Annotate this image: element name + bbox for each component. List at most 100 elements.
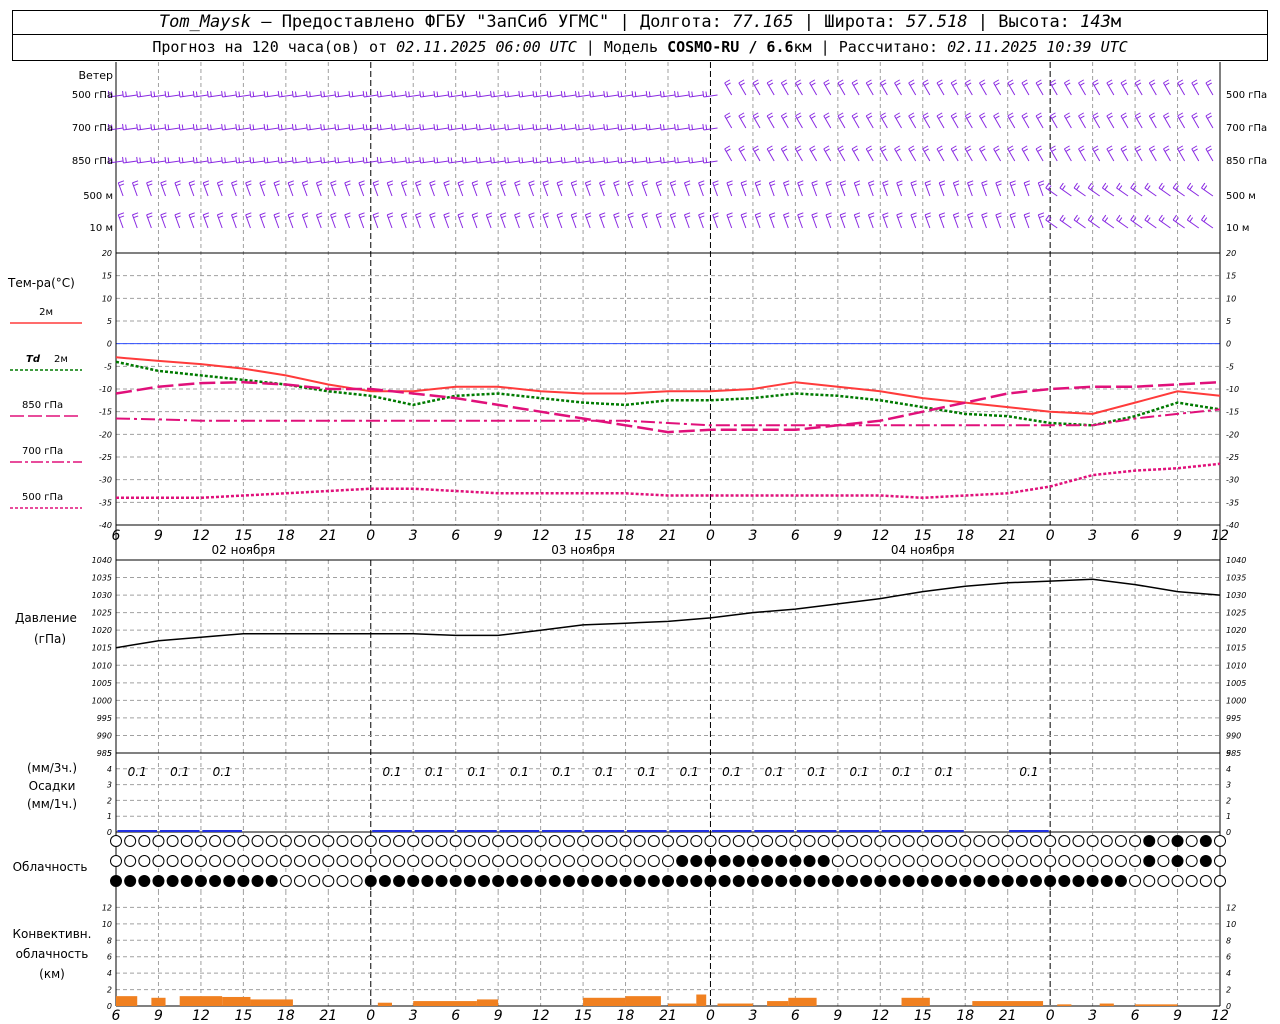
wind-barb-flag: [316, 180, 323, 184]
wind-barb-flag: [910, 212, 917, 216]
y-tick-label-left: 10: [102, 294, 112, 303]
x-tick-label: 6: [791, 1008, 800, 1024]
wind-barb-flag: [436, 124, 439, 130]
wind-barb-flag: [1201, 214, 1206, 221]
precip-value-label: 0.1: [595, 765, 614, 779]
cloud-cover-symbol: [959, 875, 972, 887]
cloud-cover-symbol: [718, 875, 731, 887]
wind-barb-flag: [586, 183, 592, 187]
cloud-cover-symbol: [1001, 835, 1014, 847]
wind-barb-flag: [865, 145, 872, 150]
cloud-cover-symbol: [308, 855, 321, 867]
wind-barb-shaft: [462, 160, 477, 164]
wind-barb-flag: [351, 157, 354, 163]
cloud-cover-symbol: [393, 855, 406, 867]
wind-barb-flag: [238, 91, 241, 97]
x-tick-label: 21: [999, 1008, 1017, 1024]
wind-barb-flag: [245, 212, 252, 216]
wind-barb-flag: [532, 90, 535, 98]
wind-barb-flag: [560, 123, 563, 131]
wind-barb-flag: [1087, 214, 1093, 221]
wind-barb-flag: [1203, 217, 1208, 222]
wind-barb-flag: [809, 79, 816, 84]
cloud-cover-symbol: [548, 875, 561, 887]
wind-barb-flag: [529, 183, 535, 187]
wind-barb-flag: [1136, 115, 1142, 119]
wind-barb-flag: [1021, 79, 1028, 84]
wind-barb-flag: [379, 124, 382, 130]
cloud-cover-symbol: [209, 835, 222, 847]
cloud-cover-symbol: [364, 875, 377, 887]
wind-barb-flag: [924, 212, 931, 216]
wind-barb-flag: [174, 212, 181, 216]
x-tick-label: 3: [748, 1008, 757, 1024]
wind-barb-shaft: [406, 94, 421, 98]
wind-barb-flag: [1064, 79, 1070, 84]
wind-barb-flag: [309, 157, 311, 163]
wind-barb-flag: [627, 212, 634, 216]
wind-barb-shaft: [1130, 219, 1143, 229]
wind-barb-shaft: [321, 94, 336, 98]
wind-barb-shaft: [1087, 187, 1100, 197]
wind-barb-flag: [939, 212, 946, 216]
wind-barb-flag: [306, 156, 308, 164]
wind-barb-flag: [150, 90, 153, 98]
cloud-cover-symbol: [421, 835, 434, 847]
cloud-cover-symbol: [789, 835, 802, 847]
wind-barb-flag: [348, 156, 351, 164]
y-tick-label-right: 1000: [1226, 696, 1246, 705]
convective-bar: [788, 997, 817, 1006]
cloud-cover-symbol: [265, 855, 278, 867]
cloud-cover-symbol: [1171, 855, 1184, 867]
wind-barb-flag: [599, 180, 606, 184]
wind-barb-flag: [869, 183, 875, 187]
precip-bar: [924, 830, 964, 832]
cloud-cover-symbol: [364, 855, 377, 867]
wind-barb-flag: [981, 180, 988, 184]
wind-barb-flag: [781, 112, 787, 117]
cloud-cover-symbol: [520, 855, 533, 867]
wind-barb-flag: [294, 91, 297, 97]
wind-barb-flag: [1108, 115, 1113, 119]
wind-barb-flag: [702, 90, 705, 98]
cloud-cover-symbol: [662, 875, 674, 887]
wind-barb-flag: [1023, 212, 1030, 216]
x-tick-label: 18: [956, 1008, 974, 1024]
cloud-cover-symbol: [279, 875, 292, 887]
wind-barb-flag: [938, 148, 944, 152]
wind-barb-flag: [478, 91, 481, 97]
wind-barb-flag: [1035, 112, 1042, 117]
wind-barb-shaft: [179, 127, 194, 131]
cloud-cover-symbol: [1100, 875, 1113, 887]
y-tick-label-left: -35: [99, 498, 112, 507]
precip-bar: [1009, 830, 1049, 832]
wind-barb-flag: [662, 157, 665, 163]
cloud-cover-symbol: [761, 835, 774, 847]
wind-barb-flag: [557, 215, 563, 219]
y-tick-label-left: 1025: [92, 609, 112, 618]
cloud-cover-symbol: [874, 875, 887, 887]
wind-barb-flag: [178, 123, 181, 131]
wind-barb-shaft: [1144, 219, 1157, 229]
wind-barb-flag: [478, 157, 481, 163]
wind-barb-flag: [634, 157, 637, 163]
wind-barb-flag: [1049, 79, 1056, 84]
wind-barb-flag: [1009, 148, 1014, 152]
wind-barb-flag: [235, 123, 238, 131]
cloud-cover-symbol: [1015, 855, 1028, 867]
wind-barb-flag: [514, 180, 521, 184]
x-tick-label: 0: [706, 528, 715, 544]
convective-bar: [767, 1001, 789, 1006]
wind-barb-flag: [994, 148, 1000, 152]
wind-barb-shaft: [392, 160, 407, 164]
x-tick-label: 15: [914, 1008, 932, 1024]
wind-barb-shaft: [604, 160, 619, 164]
cloud-cover-symbol: [647, 875, 660, 887]
wind-barb-shaft: [646, 160, 661, 164]
wind-barb-flag: [677, 124, 679, 130]
wind-barb-flag: [405, 90, 407, 98]
wind-barb-flag: [1038, 212, 1045, 216]
cloud-cover-symbol: [945, 855, 958, 867]
wind-barb-flag: [280, 91, 283, 97]
y-tick-label-right: 10: [1226, 920, 1236, 929]
